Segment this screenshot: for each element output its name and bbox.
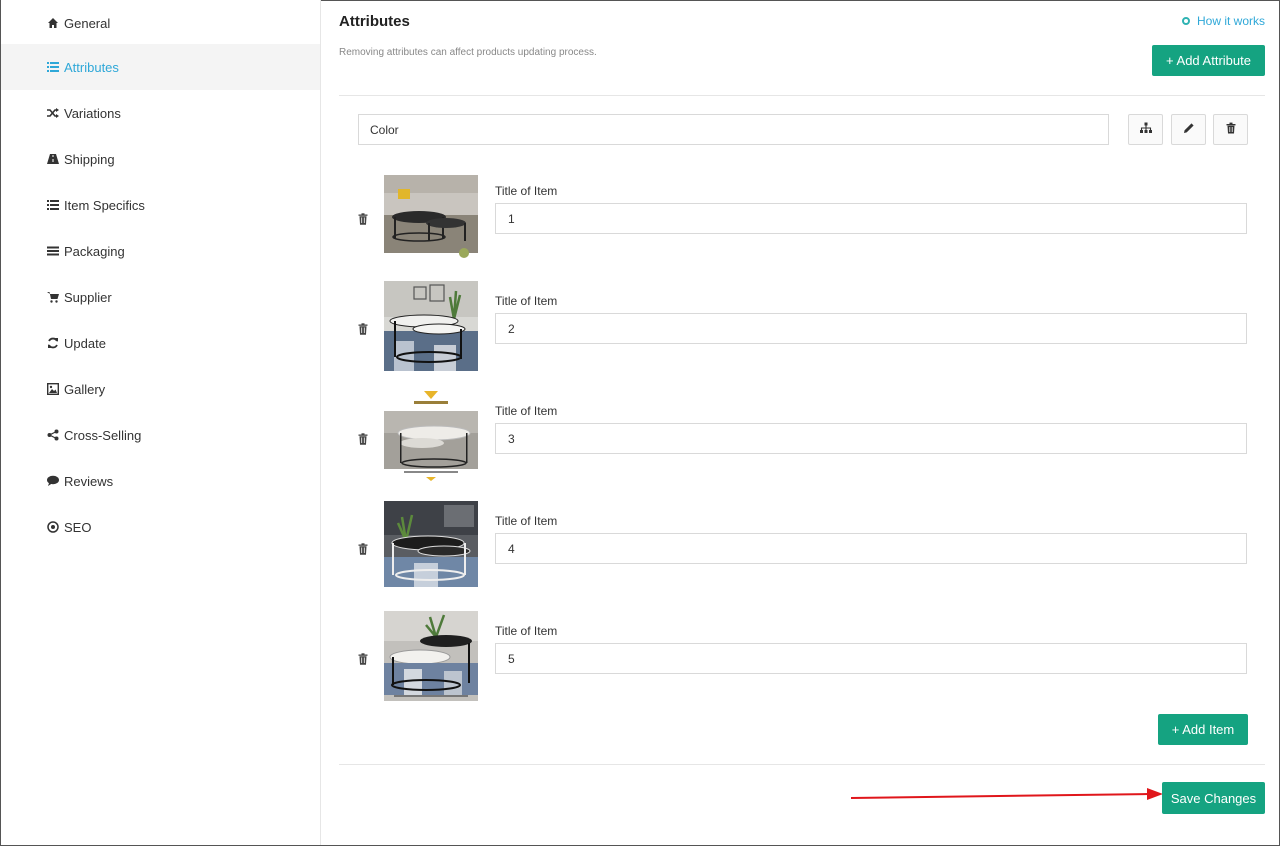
item-title-label: Title of Item xyxy=(495,404,558,418)
share-icon xyxy=(46,428,60,442)
item-title-input[interactable]: 5 xyxy=(495,643,1247,674)
trash-icon[interactable] xyxy=(358,432,368,445)
home-icon xyxy=(46,16,60,30)
shuffle-icon xyxy=(46,106,60,120)
sidebar-item-variations[interactable]: Variations xyxy=(1,90,320,136)
cart-icon xyxy=(46,290,60,304)
item-image xyxy=(384,501,478,591)
circle-icon xyxy=(1181,17,1190,25)
divider xyxy=(339,764,1265,765)
sidebar-item-label: Shipping xyxy=(64,151,115,167)
page-subtitle: Removing attributes can affect products … xyxy=(339,47,597,58)
divider xyxy=(339,95,1265,96)
list-item: Title of Item 1 xyxy=(358,167,1248,267)
sidebar-item-label: General xyxy=(64,15,111,31)
sidebar-item-label: Gallery xyxy=(64,381,106,397)
comment-icon xyxy=(46,474,60,488)
item-image xyxy=(384,611,478,701)
list-item: Title of Item 4 xyxy=(358,497,1248,597)
trash-icon[interactable] xyxy=(358,322,368,335)
delete-attribute-button[interactable] xyxy=(1213,114,1248,145)
sidebar-item-seo[interactable]: SEO xyxy=(1,504,320,550)
refresh-icon xyxy=(46,336,60,350)
sidebar-item-gallery[interactable]: Gallery xyxy=(1,366,320,412)
pencil-icon xyxy=(1183,121,1195,139)
sidebar-item-label: Packaging xyxy=(64,243,125,259)
list-icon xyxy=(46,60,60,74)
sidebar-item-packaging[interactable]: Packaging xyxy=(1,228,320,274)
add-item-button[interactable]: + Add Item xyxy=(1158,714,1248,745)
sidebar-item-general[interactable]: General xyxy=(1,0,320,46)
list-item: Title of Item 3 xyxy=(358,387,1248,487)
sidebar-item-label: Attributes xyxy=(64,59,119,75)
item-image xyxy=(384,391,478,481)
item-title-input[interactable]: 4 xyxy=(495,533,1247,564)
trash-icon[interactable] xyxy=(358,542,368,555)
bars-icon xyxy=(46,244,60,258)
sidebar-item-label: Supplier xyxy=(64,289,112,305)
item-title-label: Title of Item xyxy=(495,294,558,308)
sidebar-item-label: Reviews xyxy=(64,473,114,489)
road-icon xyxy=(46,152,60,166)
item-image xyxy=(384,281,478,371)
sitemap-button[interactable] xyxy=(1128,114,1163,145)
trash-icon[interactable] xyxy=(358,212,368,225)
item-title-input[interactable]: 3 xyxy=(495,423,1247,454)
sidebar-item-label: Variations xyxy=(64,105,121,121)
sidebar-item-label: Update xyxy=(64,335,106,351)
trash-icon[interactable] xyxy=(358,652,368,665)
sidebar: General Attributes Variations Shipping I… xyxy=(1,0,321,845)
item-title-input[interactable]: 1 xyxy=(495,203,1247,234)
sidebar-item-supplier[interactable]: Supplier xyxy=(1,274,320,320)
sidebar-item-label: SEO xyxy=(64,519,92,535)
item-title-input[interactable]: 2 xyxy=(495,313,1247,344)
list-icon xyxy=(46,198,60,212)
main-panel: Attributes Removing attributes can affec… xyxy=(321,0,1279,845)
attribute-name-input[interactable]: Color xyxy=(358,114,1109,145)
target-icon xyxy=(46,520,60,534)
trash-icon xyxy=(1225,121,1237,139)
add-attribute-button[interactable]: + Add Attribute xyxy=(1152,45,1265,76)
sidebar-item-update[interactable]: Update xyxy=(1,320,320,366)
edit-button[interactable] xyxy=(1171,114,1206,145)
item-title-label: Title of Item xyxy=(495,514,558,528)
sitemap-icon xyxy=(1139,121,1152,139)
how-it-works-link[interactable]: How it works xyxy=(1181,14,1265,28)
sidebar-item-cross-selling[interactable]: Cross-Selling xyxy=(1,412,320,458)
annotation-arrow xyxy=(851,788,1163,800)
sidebar-item-reviews[interactable]: Reviews xyxy=(1,458,320,504)
list-item: Title of Item 2 xyxy=(358,277,1248,377)
how-it-works-label: How it works xyxy=(1196,14,1265,28)
list-item: Title of Item 5 xyxy=(358,607,1248,707)
sidebar-item-label: Cross-Selling xyxy=(64,427,142,443)
sidebar-item-label: Item Specifics xyxy=(64,197,145,213)
sidebar-item-attributes[interactable]: Attributes xyxy=(1,44,320,90)
item-image xyxy=(384,171,478,261)
page-title: Attributes xyxy=(339,13,410,30)
item-title-label: Title of Item xyxy=(495,624,558,638)
sidebar-item-item-specifics[interactable]: Item Specifics xyxy=(1,182,320,228)
sidebar-item-shipping[interactable]: Shipping xyxy=(1,136,320,182)
item-title-label: Title of Item xyxy=(495,184,558,198)
save-changes-button[interactable]: Save Changes xyxy=(1162,782,1265,814)
image-icon xyxy=(46,382,60,396)
